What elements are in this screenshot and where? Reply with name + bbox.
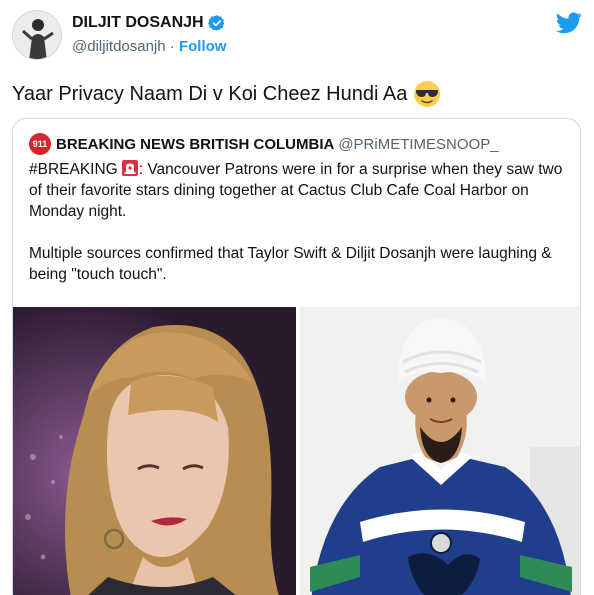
quoted-author-handle[interactable]: @PRiMETIMESNOOP_ [338, 136, 498, 153]
tweet-card: DILJIT DOSANJH @diljitdosanjh · Follow Y… [0, 0, 594, 595]
sunglasses-emoji-icon [413, 80, 441, 108]
twitter-bird-icon[interactable] [556, 12, 582, 34]
photo-left[interactable] [13, 307, 296, 595]
quoted-paragraph-2: Multiple sources confirmed that Taylor S… [29, 245, 552, 283]
breaking-hashtag[interactable]: #BREAKING [29, 161, 118, 178]
quoted-tweet-text: #BREAKING: Vancouver Patrons were in for… [29, 159, 569, 306]
avatar[interactable] [12, 10, 62, 60]
tweet-text: Yaar Privacy Naam Di v Koi Cheez Hundi A… [12, 80, 441, 108]
quoted-author-name[interactable]: BREAKING NEWS BRITISH COLUMBIA [56, 136, 334, 153]
quoted-avatar[interactable]: 911 [29, 133, 51, 155]
author-handle[interactable]: @diljitdosanjh [72, 38, 166, 55]
photo-left-image [13, 307, 296, 595]
separator-dot: · [165, 38, 179, 55]
author-name-text[interactable]: DILJIT DOSANJH [72, 14, 204, 32]
quoted-tweet-header: 911 BREAKING NEWS BRITISH COLUMBIA @PRiM… [29, 133, 499, 155]
quoted-paragraph-1: #BREAKING: Vancouver Patrons were in for… [29, 159, 569, 222]
tweet-text-body: Yaar Privacy Naam Di v Koi Cheez Hundi A… [12, 82, 408, 105]
author-name[interactable]: DILJIT DOSANJH [72, 14, 226, 32]
photo-right-image [300, 307, 580, 595]
verified-badge-icon [207, 14, 226, 32]
follow-button[interactable]: Follow [179, 38, 227, 55]
quoted-tweet[interactable]: 911 BREAKING NEWS BRITISH COLUMBIA @PRiM… [12, 118, 581, 595]
police-siren-emoji-icon [121, 159, 139, 177]
photo-right[interactable] [300, 307, 580, 595]
handle-line: @diljitdosanjh · Follow [72, 38, 226, 55]
author-info: DILJIT DOSANJH @diljitdosanjh · Follow [72, 14, 226, 55]
tweet-header: DILJIT DOSANJH @diljitdosanjh · Follow [12, 10, 582, 66]
